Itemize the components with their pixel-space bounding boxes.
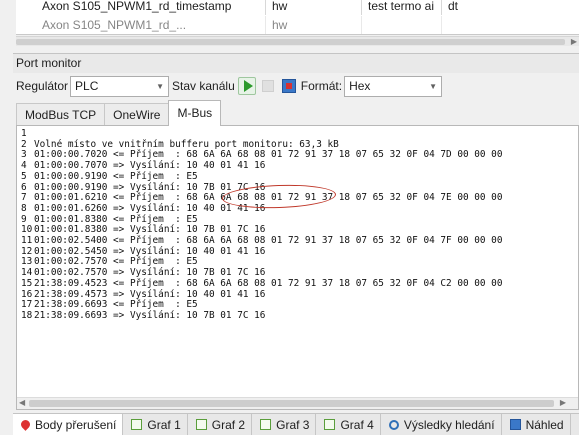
regulator-select[interactable]: PLC ▼	[70, 75, 170, 97]
line-number: 18	[21, 309, 33, 321]
start-button[interactable]	[237, 77, 256, 95]
variables-grid: Axon S105_NPWM1_rd_timestamp hw test ter…	[16, 0, 579, 35]
breakpoint-icon	[19, 418, 32, 431]
format-value: Hex	[349, 78, 371, 93]
bottom-tab-label: Náhled	[525, 417, 564, 432]
log-view[interactable]: 1 2 Volné místo ve vnitřním bufferu port m…	[16, 125, 579, 410]
bottom-tab-label: Graf 2	[211, 417, 246, 432]
bottom-tab-label: Graf 1	[147, 417, 181, 432]
bottom-tab-body-přerušení[interactable]: Body přerušení	[13, 414, 124, 435]
left-edge	[0, 0, 13, 435]
log-text: 1 2 Volné místo ve vnitřním bufferu port m…	[21, 128, 503, 322]
bottom-tab-výsledky-hledání[interactable]: Výsledky hledání	[381, 414, 502, 435]
bottom-tab-graf-4[interactable]: Graf 4	[316, 414, 381, 435]
clear-icon	[281, 79, 296, 93]
chevron-down-icon: ▼	[429, 81, 438, 91]
line-number: 5	[21, 170, 27, 182]
grid-cell-datatype: dt	[448, 0, 459, 13]
format-label: Formát:	[300, 79, 343, 93]
grid-row[interactable]: Axon S105_NPWM1_rd_timestamp hw test ter…	[16, 0, 579, 15]
log-line-text: 01:00:00.9190 <= Příjem : E5	[34, 170, 198, 182]
log-line-text: 21:38:09.6693 => Vysílání: 10 7B 01 7C 1…	[34, 309, 266, 321]
bottom-tab-label: Výsledky hledání	[403, 417, 495, 432]
search-results-icon	[388, 419, 399, 430]
format-select[interactable]: Hex ▼	[344, 75, 443, 97]
graph-icon	[324, 419, 336, 430]
grid-horizontal-scrollbar[interactable]: ▶	[16, 36, 579, 46]
grid-cell-name: Axon S105_NPWM1_rd_...	[16, 16, 266, 34]
chevron-down-icon: ▼	[156, 81, 165, 91]
graph-icon	[260, 419, 272, 430]
stop-button[interactable]	[259, 77, 277, 95]
log-line-text: 21:38:09.4523 <= Příjem : 68 6A 6A 68 08…	[34, 277, 503, 289]
panel-title: Port monitor	[13, 53, 579, 73]
tab-m-bus[interactable]: M-Bus	[168, 100, 222, 126]
scroll-left-arrow-icon[interactable]: ◀	[19, 398, 25, 407]
grid-cell-type: hw	[266, 0, 362, 15]
grid-cell-comment	[362, 16, 442, 34]
line-number: 15	[21, 277, 33, 289]
scrollbar-thumb[interactable]	[16, 39, 565, 45]
grid-cell-comment: test termo ai	[362, 0, 442, 15]
bottom-tab-graf-1[interactable]: Graf 1	[123, 414, 188, 435]
regulator-value: PLC	[75, 78, 99, 93]
log-line: 15 21:38:09.4523 <= Příjem : 68 6A 6A 68 …	[21, 277, 503, 290]
log-horizontal-scrollbar[interactable]: ◀ ▶	[17, 397, 578, 409]
tab-modbus-tcp[interactable]: ModBus TCP	[16, 103, 106, 126]
scrollbar-thumb[interactable]	[29, 400, 554, 407]
preview-icon	[509, 419, 521, 430]
scroll-right-arrow-icon[interactable]: ▶	[560, 398, 566, 407]
bottom-tab-label: Body přerušení	[35, 417, 117, 432]
channel-status-label: Stav kanálu	[172, 79, 235, 93]
graph-icon	[131, 419, 143, 430]
bottom-tab-bar: Body přerušení Graf 1 Graf 2 Graf 3 Graf 4 Vý…	[13, 413, 579, 435]
log-line: 5 01:00:00.9190 <= Příjem : E5	[21, 170, 502, 183]
bottom-tab-graf-2[interactable]: Graf 2	[188, 414, 253, 435]
bottom-tab-graf-3[interactable]: Graf 3	[252, 414, 317, 435]
log-line: 18 21:38:09.6693 => Vysílání: 10 7B 01 7C…	[21, 309, 502, 322]
regulator-label: Regulátor	[16, 79, 69, 93]
grid-cell-type: hw	[266, 16, 362, 34]
protocol-tabs: ModBus TCP OneWire M-Bus	[16, 100, 222, 126]
bottom-tab-náhled[interactable]: Náhled	[502, 414, 571, 435]
graph-icon	[195, 419, 207, 430]
bottom-tab-label: Graf 3	[276, 417, 310, 432]
play-icon	[243, 80, 253, 92]
grid-row[interactable]: Axon S105_NPWM1_rd_... hw	[16, 16, 579, 34]
grid-cell-name: Axon S105_NPWM1_rd_timestamp	[16, 0, 266, 15]
clear-log-button[interactable]	[280, 77, 298, 95]
tab-onewire[interactable]: OneWire	[104, 103, 170, 126]
port-monitor-toolbar: Regulátor PLC ▼ Stav kanálu Formát: Hex …	[13, 74, 579, 98]
bottom-tab-label: Graf 4	[340, 417, 374, 432]
scroll-right-arrow-icon[interactable]: ▶	[571, 37, 577, 46]
grid-cell-datatype	[442, 16, 579, 34]
stop-icon	[261, 80, 274, 92]
